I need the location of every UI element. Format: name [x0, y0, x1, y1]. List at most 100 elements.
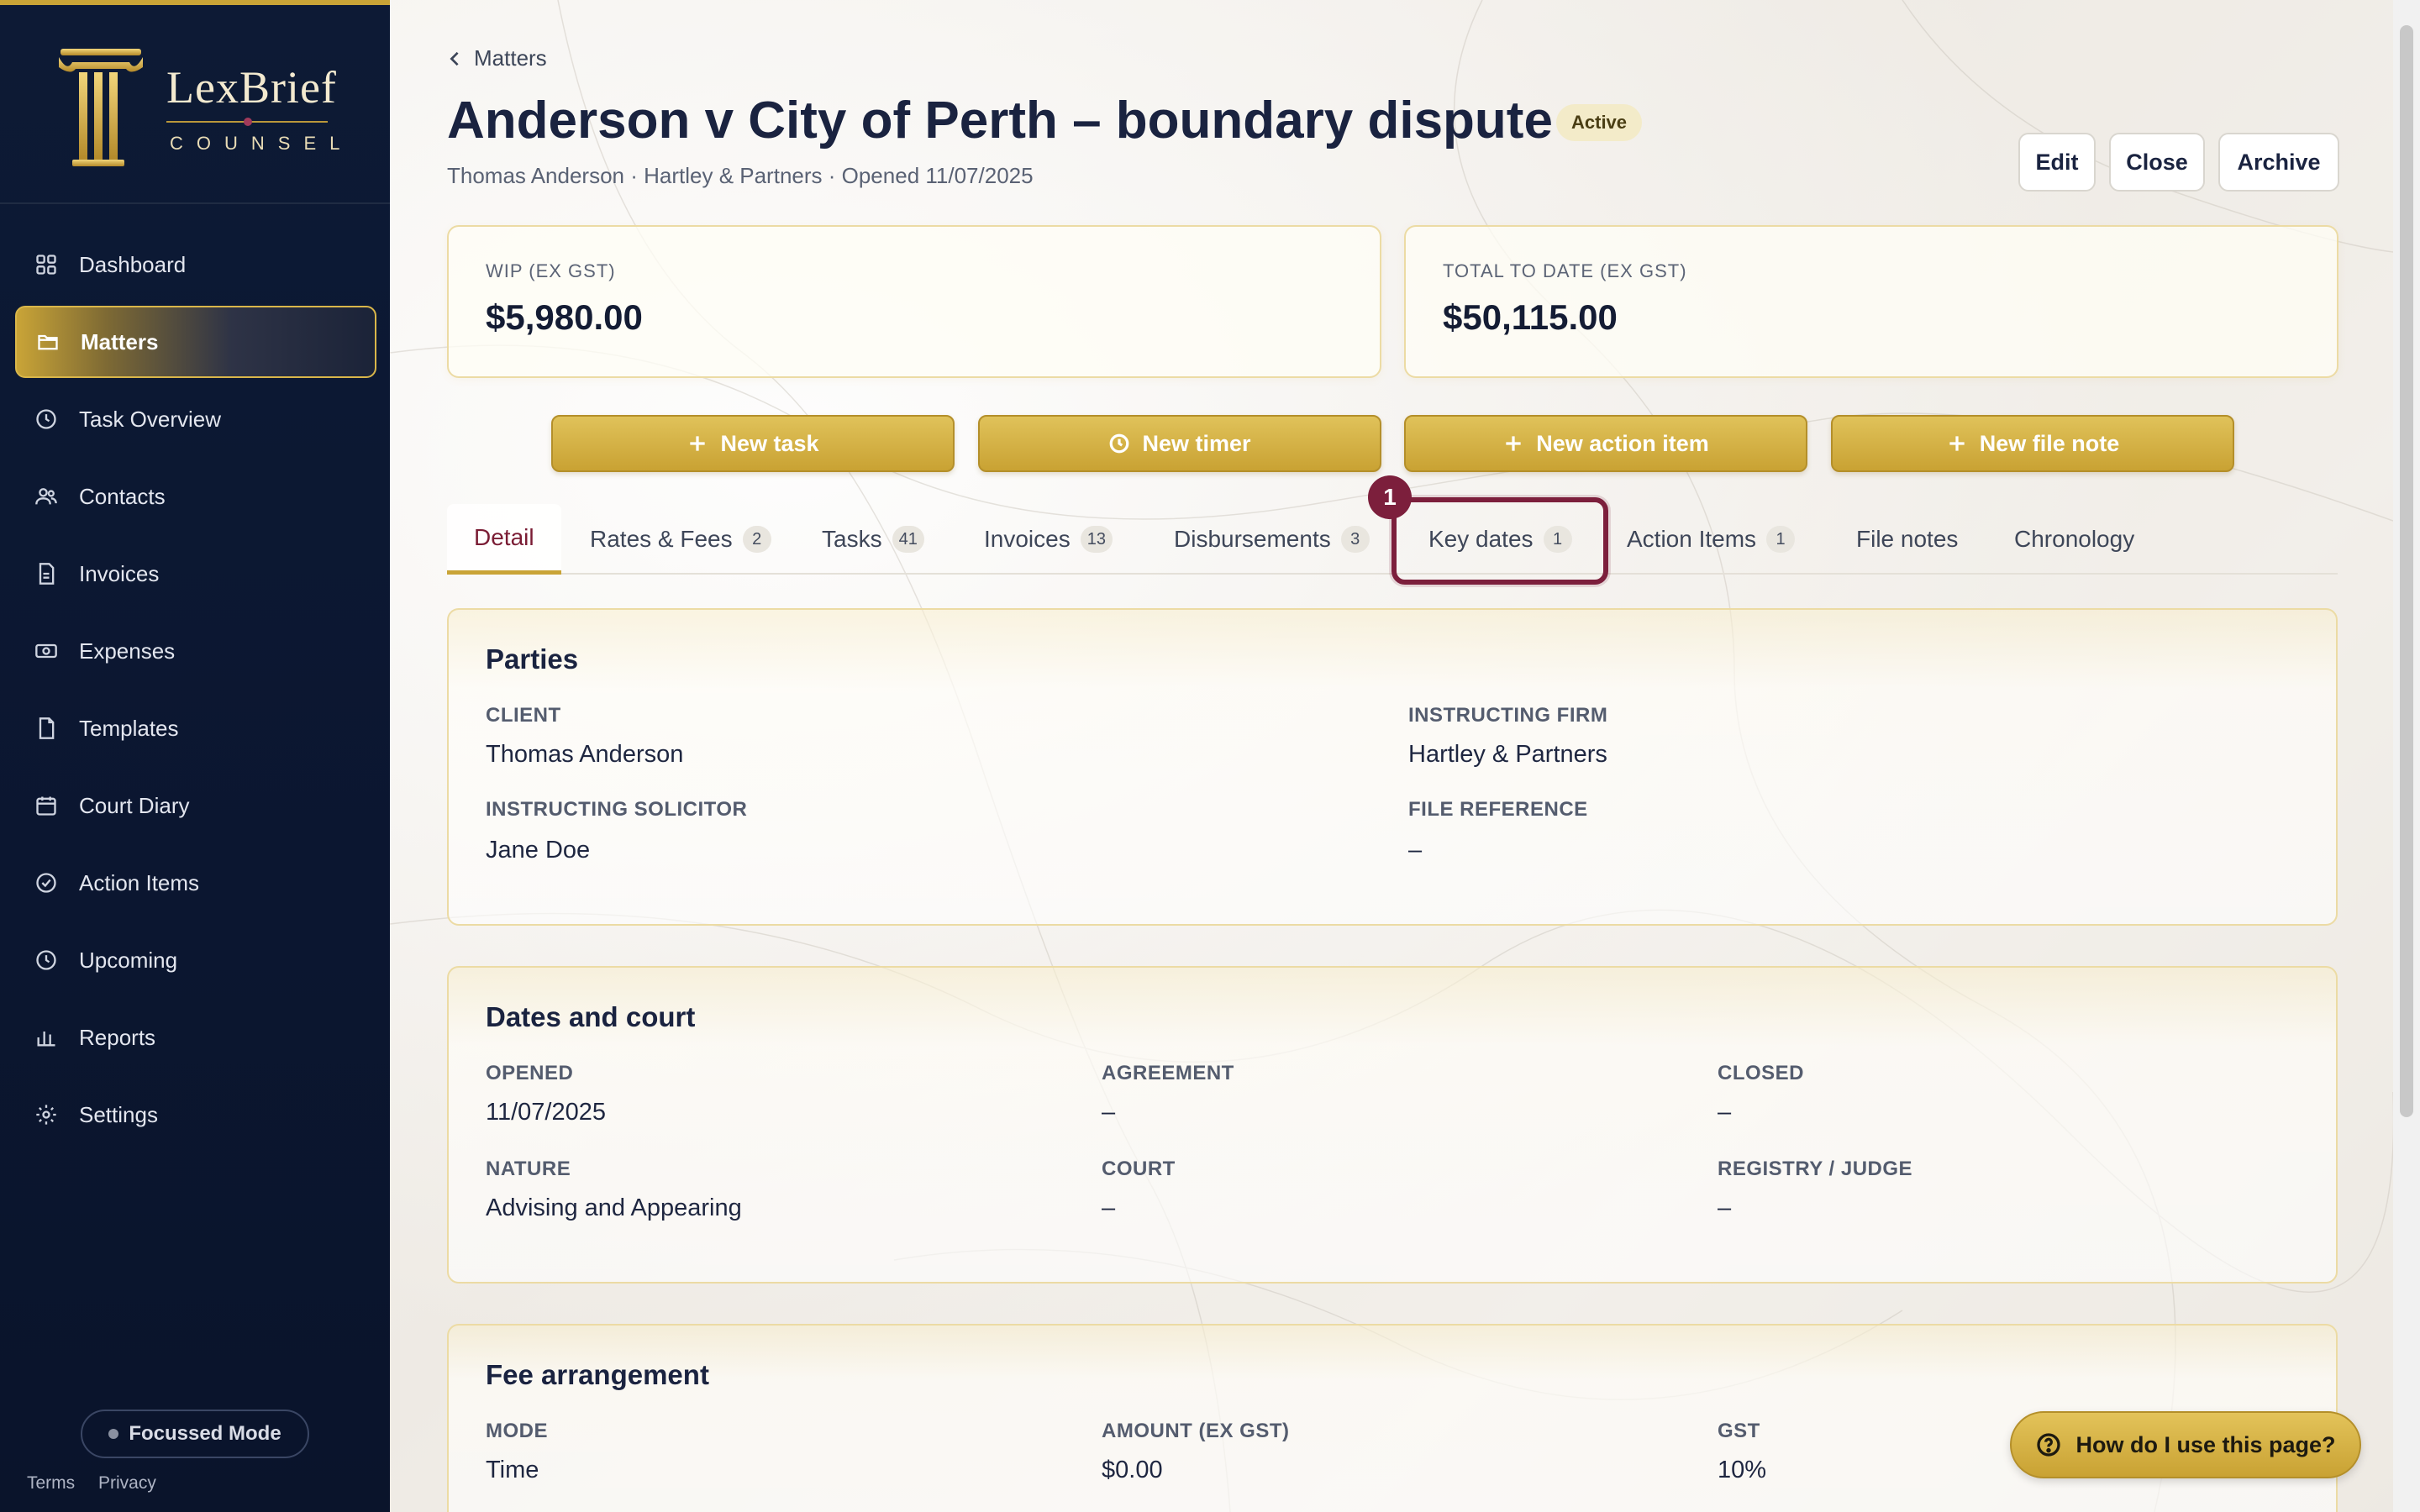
wip-label: WIP (EX GST)	[486, 260, 616, 281]
sidebar-item-settings[interactable]: Settings	[15, 1079, 376, 1151]
tab-count-badge: 2	[742, 526, 771, 553]
breadcrumb[interactable]: Matters	[447, 45, 547, 71]
sidebar-item-label: Settings	[79, 1101, 158, 1127]
mode-label: MODE	[486, 1420, 548, 1442]
tab-disbursements[interactable]: Disbursements 3	[1174, 504, 1370, 575]
tab-label: Invoices	[984, 526, 1071, 552]
sidebar-item-task-overview[interactable]: Task Overview	[15, 383, 376, 455]
sidebar: LexBrief COUNSEL Dashboard Matters Task …	[0, 0, 390, 1512]
folder-icon	[35, 329, 60, 354]
document-icon	[34, 561, 59, 586]
clock-icon	[34, 948, 59, 973]
focus-mode-toggle[interactable]: Focussed Mode	[81, 1410, 309, 1458]
nature-value: Advising and Appearing	[486, 1194, 742, 1221]
matter-subtitle: Thomas Anderson · Hartley & Partners · O…	[447, 163, 1034, 188]
close-button[interactable]: Close	[2109, 133, 2205, 192]
plus-icon	[690, 436, 706, 451]
archive-button[interactable]: Archive	[2218, 133, 2339, 192]
chevron-left-icon	[450, 51, 459, 66]
court-label: COURT	[1102, 1158, 1176, 1180]
edit-button[interactable]: Edit	[2018, 133, 2096, 192]
nature-label: NATURE	[486, 1158, 571, 1180]
privacy-link[interactable]: Privacy	[98, 1473, 156, 1493]
sidebar-item-expenses[interactable]: Expenses	[15, 615, 376, 687]
registry-label: REGISTRY / JUDGE	[1718, 1158, 1913, 1180]
sidebar-item-court-diary[interactable]: Court Diary	[15, 769, 376, 842]
clock-icon	[34, 407, 59, 432]
file-reference-value: –	[1408, 837, 1423, 864]
registry-value: –	[1718, 1194, 1732, 1221]
tab-label: Chronology	[2014, 526, 2135, 552]
sidebar-item-invoices[interactable]: Invoices	[15, 538, 376, 610]
sidebar-item-action-items[interactable]: Action Items	[15, 847, 376, 919]
tab-label: Disbursements	[1174, 526, 1331, 552]
client-label: CLIENT	[486, 704, 561, 727]
tab-label: Detail	[474, 523, 534, 550]
new-task-button[interactable]: New task	[551, 415, 955, 472]
closed-value: –	[1718, 1099, 1732, 1126]
new-file-note-label: New file note	[1979, 430, 2120, 456]
sidebar-item-upcoming[interactable]: Upcoming	[15, 924, 376, 996]
solicitor-value: Jane Doe	[486, 837, 591, 864]
help-button[interactable]: How do I use this page?	[2010, 1411, 2361, 1478]
tab-count-badge: 41	[892, 526, 924, 553]
tab-detail[interactable]: Detail	[447, 504, 561, 575]
sidebar-item-dashboard[interactable]: Dashboard	[15, 228, 376, 301]
footer-links: Terms Privacy	[27, 1473, 175, 1494]
total-label: TOTAL TO DATE (EX GST)	[1443, 260, 1687, 281]
main-content: Matters Anderson v City of Perth – bound…	[390, 0, 2393, 1512]
brand-logo[interactable]: LexBrief COUNSEL	[55, 45, 341, 171]
sidebar-divider	[0, 202, 390, 204]
sidebar-item-label: Contacts	[79, 483, 166, 509]
wip-card: WIP (EX GST) $5,980.00	[447, 225, 1381, 378]
sidebar-item-templates[interactable]: Templates	[15, 692, 376, 764]
mode-value: Time	[486, 1457, 539, 1483]
page-title: Anderson v City of Perth – boundary disp…	[447, 92, 1553, 150]
sidebar-item-contacts[interactable]: Contacts	[15, 460, 376, 533]
tab-action-items[interactable]: Action Items 1	[1627, 504, 1796, 575]
scrollbar[interactable]	[2393, 0, 2420, 1512]
tab-invoices[interactable]: Invoices 13	[984, 504, 1113, 575]
terms-link[interactable]: Terms	[27, 1473, 75, 1493]
status-dot-icon	[108, 1429, 119, 1439]
agreement-label: AGREEMENT	[1102, 1062, 1234, 1084]
tab-rates-fees[interactable]: Rates & Fees 2	[590, 504, 771, 575]
sidebar-item-label: Reports	[79, 1024, 156, 1050]
sidebar-nav: Dashboard Matters Task Overview Contacts…	[15, 228, 376, 1156]
tab-tasks[interactable]: Tasks 41	[822, 504, 924, 575]
new-timer-button[interactable]: New timer	[978, 415, 1381, 472]
closed-label: CLOSED	[1718, 1062, 1805, 1084]
check-circle-icon	[34, 870, 59, 895]
tab-count-badge: 1	[1766, 526, 1796, 553]
firm-value: Hartley & Partners	[1408, 741, 1607, 768]
pillar-logo-icon	[59, 49, 143, 166]
parties-title: Parties	[486, 643, 579, 675]
step-marker-badge: 1	[1368, 475, 1412, 519]
sidebar-item-matters[interactable]: Matters	[15, 306, 376, 378]
users-icon	[34, 484, 59, 509]
brand-name: LexBrief	[166, 62, 337, 113]
plus-icon	[1506, 436, 1521, 451]
agreement-value: –	[1102, 1099, 1116, 1126]
file-icon	[34, 716, 59, 741]
amount-label: AMOUNT (EX GST)	[1102, 1420, 1290, 1442]
tab-label: File notes	[1856, 526, 1959, 552]
tab-count-badge: 13	[1080, 526, 1113, 553]
sidebar-item-reports[interactable]: Reports	[15, 1001, 376, 1074]
tab-file-notes[interactable]: File notes	[1856, 504, 1958, 575]
sidebar-item-label: Court Diary	[79, 792, 190, 818]
tab-chronology[interactable]: Chronology	[2014, 504, 2134, 575]
plus-icon	[1949, 436, 1965, 451]
bar-chart-icon	[34, 1025, 59, 1050]
scrollbar-thumb[interactable]	[2400, 25, 2413, 1117]
new-action-item-button[interactable]: New action item	[1404, 415, 1807, 472]
sidebar-item-label: Task Overview	[79, 406, 222, 432]
amount-value: $0.00	[1102, 1457, 1163, 1483]
new-file-note-button[interactable]: New file note	[1831, 415, 2234, 472]
solicitor-label: INSTRUCTING SOLICITOR	[486, 798, 748, 821]
court-value: –	[1102, 1194, 1116, 1221]
new-action-item-label: New action item	[1536, 430, 1709, 456]
wip-value: $5,980.00	[486, 297, 643, 337]
fees-title: Fee arrangement	[486, 1359, 709, 1390]
tab-label: Tasks	[822, 526, 882, 552]
